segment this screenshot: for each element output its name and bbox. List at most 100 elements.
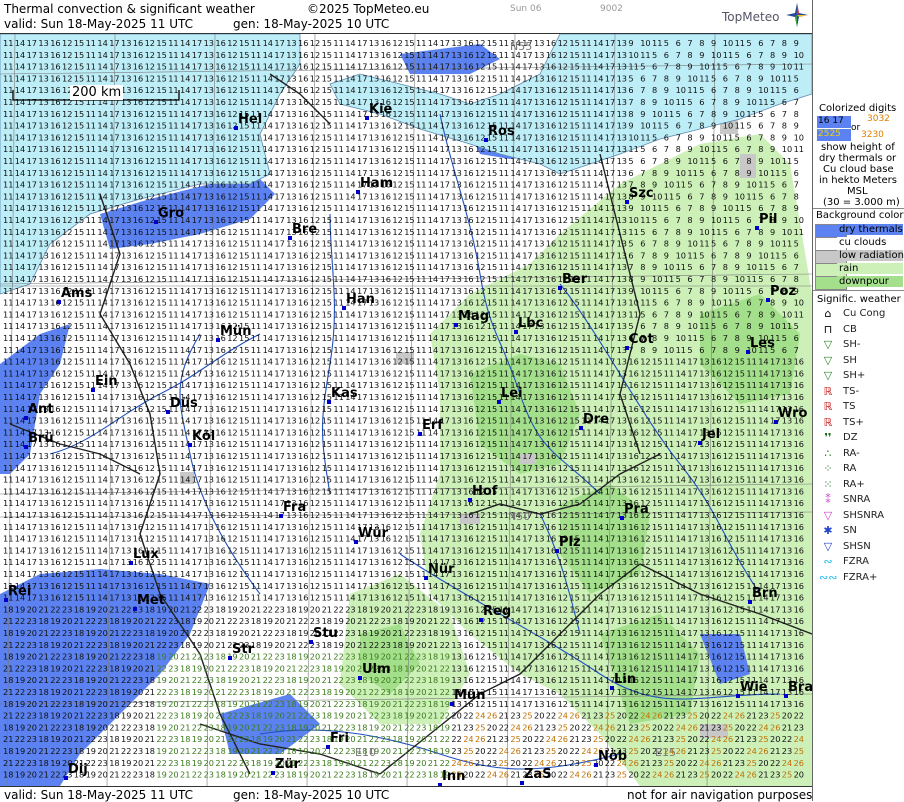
city-label[interactable]: Lux xyxy=(133,547,159,562)
svg-text:12: 12 xyxy=(475,380,485,390)
svg-text:15: 15 xyxy=(569,156,579,166)
svg-text:13: 13 xyxy=(286,62,296,72)
svg-text:15: 15 xyxy=(322,144,332,154)
svg-text:22: 22 xyxy=(50,652,60,662)
city-label[interactable]: Kie xyxy=(369,102,392,117)
city-label[interactable]: Met xyxy=(137,593,165,608)
city-label[interactable]: Zür xyxy=(275,757,300,772)
city-label[interactable]: Stu xyxy=(313,626,338,641)
city-label[interactable]: Ams xyxy=(61,286,92,301)
city-label[interactable]: Brn xyxy=(752,586,778,601)
city-label[interactable]: Str xyxy=(232,642,254,657)
svg-text:14: 14 xyxy=(263,569,273,579)
city-label[interactable]: Ulm xyxy=(362,662,391,677)
svg-text:12: 12 xyxy=(475,215,485,225)
svg-text:14: 14 xyxy=(428,227,438,237)
snow-rain-icon: ⁑ xyxy=(819,493,837,506)
svg-text:12: 12 xyxy=(392,593,402,603)
svg-text:14: 14 xyxy=(676,628,686,638)
svg-text:5: 5 xyxy=(711,156,716,166)
svg-text:12: 12 xyxy=(62,109,72,119)
city-label[interactable]: Hel xyxy=(238,112,262,127)
svg-text:19: 19 xyxy=(263,663,273,673)
city-label[interactable]: Les xyxy=(750,336,775,351)
city-label[interactable]: Mün xyxy=(454,688,485,703)
svg-text:16: 16 xyxy=(546,439,556,449)
city-label[interactable]: Brü xyxy=(28,431,54,446)
city-label[interactable]: Poz xyxy=(770,284,796,299)
city-label[interactable]: Mün xyxy=(220,324,251,339)
city-label[interactable]: Nöb xyxy=(598,749,627,764)
svg-text:16: 16 xyxy=(546,463,556,473)
city-label[interactable]: Fra xyxy=(283,500,306,515)
city-label[interactable]: Lei xyxy=(501,386,523,401)
svg-text:13: 13 xyxy=(286,522,296,532)
city-label[interactable]: Han xyxy=(346,292,375,307)
city-label[interactable]: Ber xyxy=(562,272,587,287)
svg-text:10: 10 xyxy=(794,298,804,308)
svg-text:15: 15 xyxy=(156,262,166,272)
svg-text:13: 13 xyxy=(534,486,544,496)
city-label[interactable]: Wro xyxy=(778,406,807,421)
svg-text:11: 11 xyxy=(416,180,426,190)
legend-sig-item: ⌂ Cu Cong xyxy=(819,307,904,323)
svg-text:22: 22 xyxy=(227,616,237,626)
svg-text:14: 14 xyxy=(97,557,107,567)
city-label[interactable]: Szc xyxy=(629,186,654,201)
city-label[interactable]: Wie xyxy=(740,680,768,695)
city-label[interactable]: Dij xyxy=(68,762,88,777)
city-label[interactable]: Ham xyxy=(360,176,393,191)
city-label[interactable]: Wür xyxy=(358,526,388,541)
svg-text:23: 23 xyxy=(274,722,284,732)
city-label[interactable]: Fri xyxy=(330,731,349,746)
city-label[interactable]: Köl xyxy=(192,429,215,444)
city-label[interactable]: Gro xyxy=(158,206,184,221)
city-label[interactable]: Jel xyxy=(702,427,720,442)
city-label[interactable]: Lbc xyxy=(518,316,543,331)
city-label[interactable]: Dre xyxy=(583,412,609,427)
weather-map[interactable]: 11 14 17 13 16 12 15 11 14 17 13 16 12 15 11 14 17 13 16 12… xyxy=(0,33,813,787)
city-label[interactable]: ZaS xyxy=(524,767,552,782)
svg-text:23: 23 xyxy=(133,652,143,662)
city-label[interactable]: Bra xyxy=(788,680,813,695)
city-label[interactable]: Lin xyxy=(614,672,636,687)
svg-text:12: 12 xyxy=(310,38,320,48)
city-label[interactable]: Cot xyxy=(629,332,654,347)
svg-text:15: 15 xyxy=(569,250,579,260)
city-label[interactable]: Bre xyxy=(292,222,317,237)
svg-text:12: 12 xyxy=(640,486,650,496)
city-label[interactable]: Pra xyxy=(624,502,649,517)
svg-text:12: 12 xyxy=(558,510,568,520)
city-label[interactable]: Inn xyxy=(442,769,465,784)
city-label[interactable]: Reg xyxy=(483,604,511,619)
svg-text:11: 11 xyxy=(581,38,591,48)
city-label[interactable]: Pil xyxy=(759,212,777,227)
svg-text:17: 17 xyxy=(770,486,780,496)
city-label[interactable]: Kas xyxy=(331,386,358,401)
svg-text:22: 22 xyxy=(298,640,308,650)
svg-text:19: 19 xyxy=(298,675,308,685)
svg-text:11: 11 xyxy=(3,286,13,296)
svg-text:13: 13 xyxy=(782,593,792,603)
svg-text:14: 14 xyxy=(510,427,520,437)
city-label[interactable]: Rei xyxy=(8,584,31,599)
city-label[interactable]: Plz xyxy=(559,535,581,550)
city-label[interactable]: Ein xyxy=(95,374,118,389)
city-label[interactable]: Erf xyxy=(422,418,443,433)
svg-text:15: 15 xyxy=(322,109,332,119)
svg-text:10: 10 xyxy=(652,109,662,119)
svg-text:17: 17 xyxy=(440,380,450,390)
svg-text:20: 20 xyxy=(640,746,650,756)
svg-text:9: 9 xyxy=(782,132,787,142)
svg-text:5: 5 xyxy=(652,215,657,225)
city-label[interactable]: Düs xyxy=(170,396,198,411)
svg-text:12: 12 xyxy=(145,510,155,520)
topmeteo-logo[interactable]: TopMeteo xyxy=(722,10,779,24)
city-label[interactable]: Mag xyxy=(458,309,489,324)
svg-text:13: 13 xyxy=(534,392,544,402)
city-label[interactable]: Ant xyxy=(28,402,54,417)
city-label[interactable]: Ros xyxy=(488,124,515,139)
city-label[interactable]: Nür xyxy=(428,562,455,577)
city-label[interactable]: Hof xyxy=(472,484,497,499)
svg-text:11: 11 xyxy=(251,439,261,449)
